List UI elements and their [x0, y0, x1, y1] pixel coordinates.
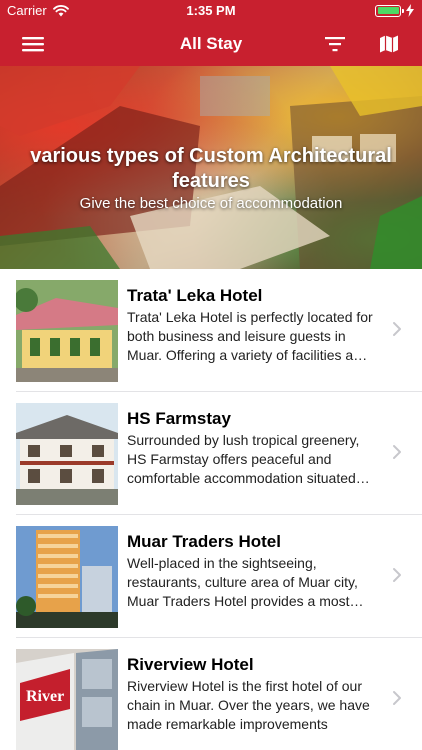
status-bar: Carrier 1:35 PM — [0, 0, 422, 22]
hotel-name: Trata' Leka Hotel — [127, 286, 263, 305]
chevron-right-icon — [393, 568, 401, 582]
navigation-bar: All Stay — [0, 22, 422, 66]
hotel-thumbnail — [16, 526, 118, 628]
hotel-description: Trata' Leka Hotel is perfectly located f… — [127, 309, 373, 363]
chevron-right-icon — [393, 322, 401, 336]
hotel-description: Riverview Hotel is the first hotel of ou… — [127, 678, 370, 732]
chevron-right-icon — [393, 691, 401, 705]
hotel-name: Riverview Hotel — [127, 655, 254, 674]
battery-icon — [375, 4, 404, 17]
banner-title: various types of Custom Architectural fe… — [30, 145, 392, 192]
hotel-description: Surrounded by lush tropical greenery, HS… — [127, 432, 360, 486]
charging-icon — [406, 4, 414, 17]
list-item[interactable]: Muar Traders Hotel Well-placed in the si… — [0, 515, 422, 638]
top-bar: Carrier 1:35 PM All Stay — [0, 0, 422, 66]
map-button[interactable] — [376, 31, 402, 57]
filter-button[interactable] — [322, 31, 348, 57]
hotel-name: Muar Traders Hotel — [127, 532, 281, 551]
hotel-name: HS Farmstay — [127, 409, 231, 428]
list-item[interactable]: Trata' Leka Hotel Trata' Leka Hotel is p… — [0, 269, 422, 392]
list-item[interactable]: HS Farmstay Surrounded by lush tropical … — [0, 392, 422, 515]
list-item[interactable]: River Riverview Hotel Riverview Hotel is… — [0, 638, 422, 750]
page-title: All Stay — [179, 34, 243, 53]
filter-icon — [325, 37, 345, 52]
chevron-right-icon — [393, 445, 401, 459]
hotel-thumbnail — [16, 280, 118, 382]
status-time: 1:35 PM — [186, 3, 236, 18]
hero-banner[interactable]: various types of Custom Architectural fe… — [0, 66, 422, 269]
svg-text:River: River — [26, 688, 64, 705]
map-icon — [380, 35, 398, 53]
hotel-thumbnail: River — [16, 649, 118, 750]
hotel-thumbnail — [16, 403, 118, 505]
banner-subtitle: Give the best choice of accommodation — [79, 195, 343, 212]
hotel-description: Well-placed in the sightseeing, restaura… — [127, 555, 358, 609]
